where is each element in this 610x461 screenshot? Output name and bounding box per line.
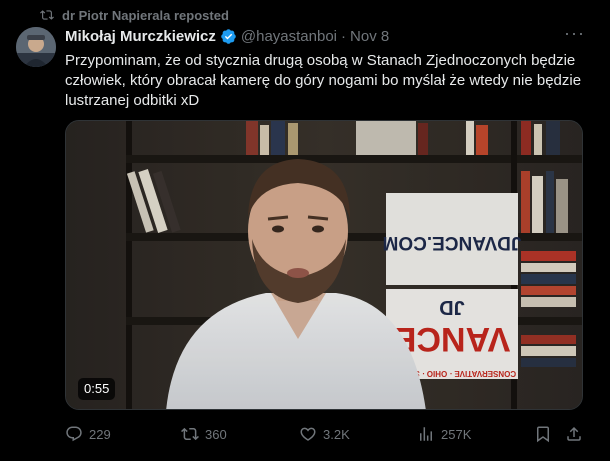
heart-icon	[300, 427, 316, 441]
tweet-card[interactable]: dr Piotr Napierala reposted Mikołaj Murc…	[0, 0, 610, 461]
bookmark-button[interactable]	[534, 424, 552, 444]
reply-button[interactable]: 229	[65, 424, 111, 444]
share-icon	[567, 426, 581, 441]
verified-icon	[221, 28, 236, 44]
tweet-header: Mikołaj Murczkiewicz @hayastanboi · Nov …	[65, 27, 389, 45]
video-duration: 0:55	[78, 378, 116, 400]
repost-button[interactable]: 360	[181, 424, 227, 444]
reply-icon	[66, 426, 82, 442]
more-icon[interactable]: ···	[564, 24, 584, 45]
action-bar: 229 360 3.2K 257K	[65, 424, 585, 444]
repost-icon	[40, 10, 54, 20]
header-separator: ·	[341, 27, 347, 45]
repost-icon	[181, 427, 199, 441]
author-name[interactable]: Mikołaj Murczkiewicz	[65, 28, 216, 45]
views-icon	[420, 427, 432, 441]
video-thumbnail: JDVANCE.COM JD VANCE CONSERVATIVE · OHIO…	[66, 121, 582, 409]
reply-count: 229	[89, 426, 111, 442]
tweet-date[interactable]: Nov 8	[350, 28, 389, 45]
bookmark-icon	[537, 426, 549, 443]
like-count: 3.2K	[323, 426, 350, 442]
video-player[interactable]: JDVANCE.COM JD VANCE CONSERVATIVE · OHIO…	[65, 120, 583, 410]
tweet-text: Przypominam, że od stycznia drugą osobą …	[65, 52, 586, 109]
repost-label: dr Piotr Napierala reposted	[62, 7, 229, 23]
views-button[interactable]: 257K	[417, 424, 471, 444]
avatar[interactable]	[16, 27, 56, 67]
author-handle[interactable]: @hayastanboi	[241, 28, 337, 45]
repost-count: 360	[205, 426, 227, 442]
views-count: 257K	[441, 426, 472, 442]
share-button[interactable]	[565, 424, 583, 444]
like-button[interactable]: 3.2K	[299, 424, 350, 444]
repost-context[interactable]: dr Piotr Napierala reposted	[40, 7, 229, 23]
